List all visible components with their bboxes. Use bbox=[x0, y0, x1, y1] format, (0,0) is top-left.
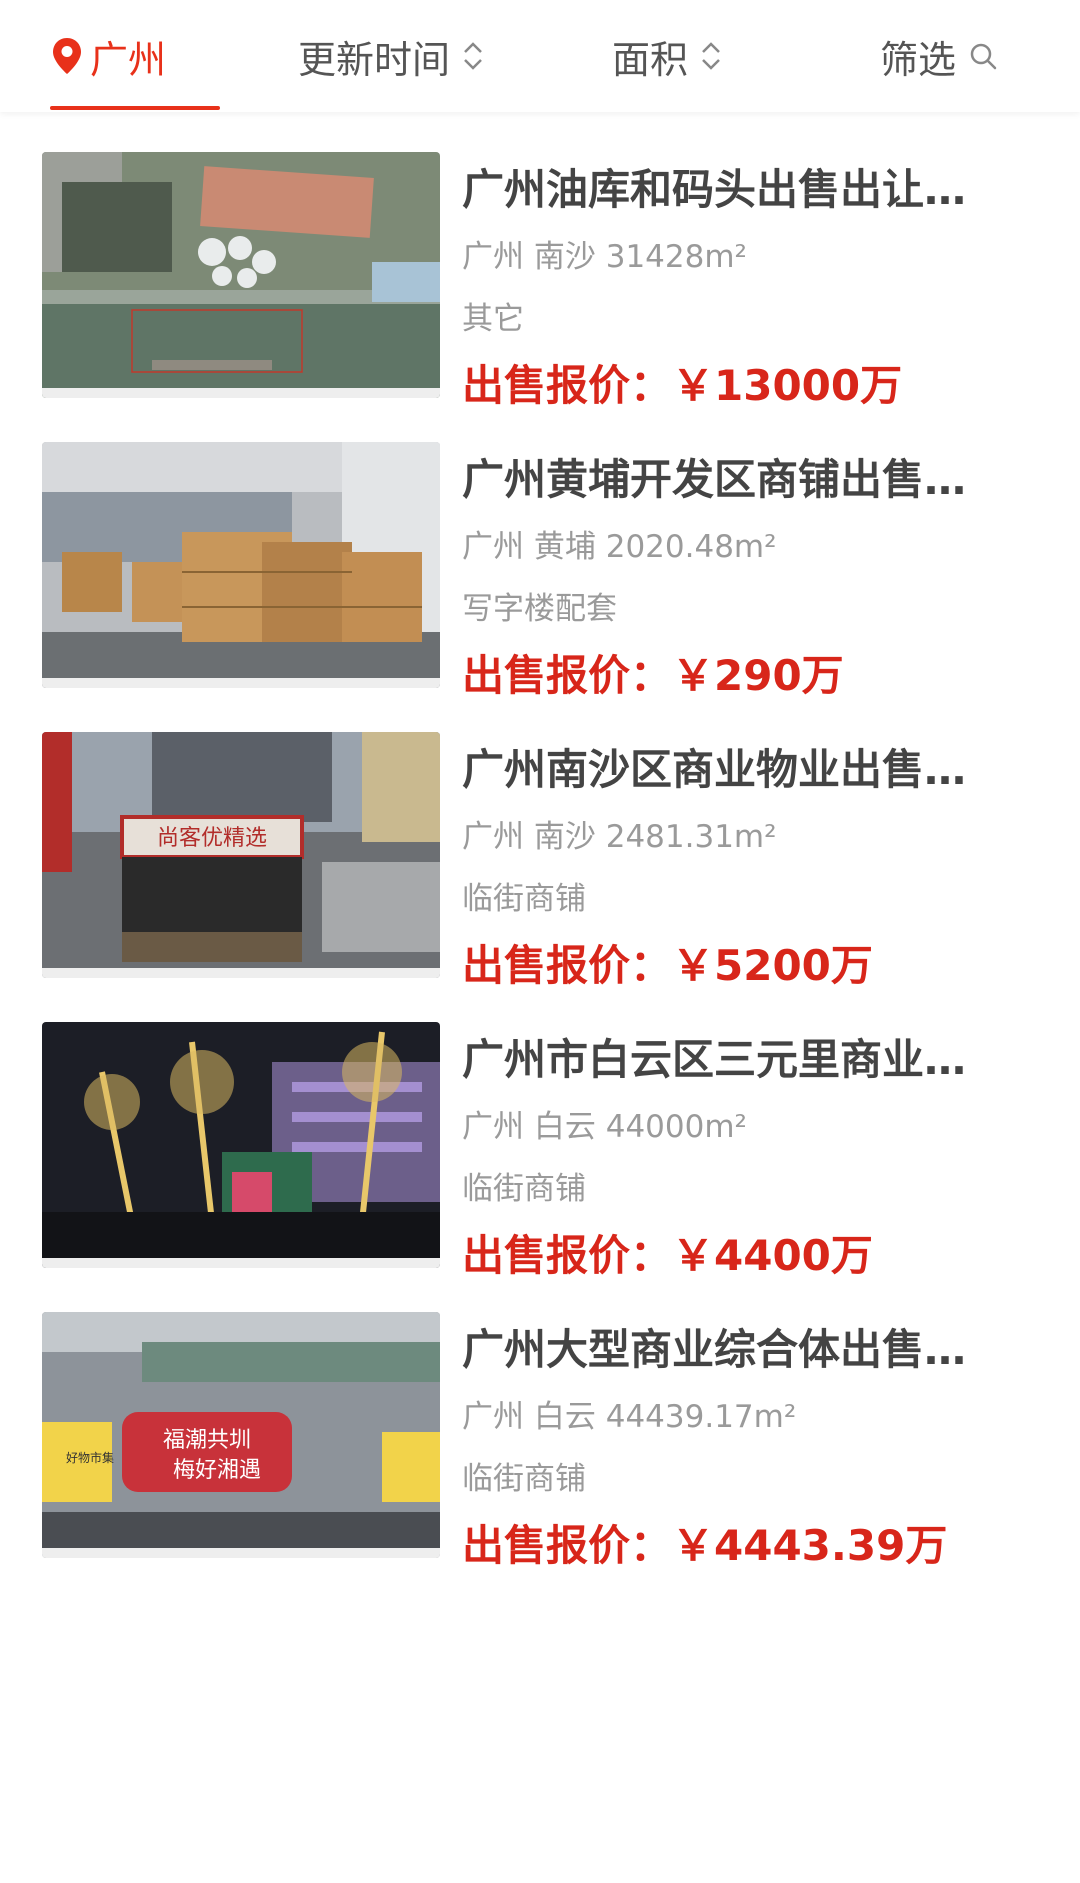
listing-price: 出售报价：￥5200万 bbox=[462, 936, 1022, 996]
active-tab-underline bbox=[50, 106, 220, 110]
sort-updown-icon bbox=[464, 42, 482, 70]
listing-district: 黄埔 bbox=[533, 529, 596, 565]
listing-location-area: 广州 白云 44000m² bbox=[462, 1104, 1022, 1150]
price-label: 出售报价： bbox=[462, 1231, 673, 1280]
price-value: ￥4400万 bbox=[672, 1231, 873, 1280]
listing-location-area: 广州 白云 44439.17m² bbox=[462, 1394, 1022, 1440]
listing-location-area: 广州 黄埔 2020.48m² bbox=[462, 524, 1022, 570]
area-label: 面积 bbox=[612, 37, 689, 82]
listing-photo bbox=[42, 442, 440, 688]
storefront-sign-text: 尚客优精选 bbox=[157, 826, 267, 851]
side-sign-text: 好物市集 bbox=[66, 1450, 114, 1465]
listing-info: 广州油库和码头出售出让… 广州 南沙 31428m² 其它 出售报价：￥1300… bbox=[462, 136, 1022, 416]
price-label: 出售报价： bbox=[462, 651, 673, 700]
update-time-label: 更新时间 bbox=[298, 37, 451, 82]
sort-updown-icon bbox=[702, 42, 720, 70]
price-value: ￥5200万 bbox=[672, 941, 873, 990]
listing-info: 广州南沙区商业物业出售… 广州 南沙 2481.31m² 临街商铺 出售报价：￥… bbox=[462, 716, 1022, 996]
listing-photo bbox=[42, 1022, 440, 1268]
listing-district: 南沙 bbox=[533, 819, 596, 855]
price-label: 出售报价： bbox=[462, 941, 673, 990]
listing-title: 广州市白云区三元里商业… bbox=[462, 1035, 967, 1084]
listing-city: 广州 bbox=[462, 819, 524, 855]
listing-city: 广州 bbox=[462, 239, 524, 275]
listing-title: 广州大型商业综合体出售… bbox=[462, 1325, 967, 1374]
listing-photo: 福潮共圳 梅好湘遇 好物市集 bbox=[42, 1312, 440, 1558]
listing-price: 出售报价：￥13000万 bbox=[462, 356, 1022, 416]
listing-area-unit: m² bbox=[704, 1109, 747, 1145]
commercial-complex-image: 福潮共圳 梅好湘遇 好物市集 bbox=[42, 1312, 440, 1558]
listing-city: 广州 bbox=[462, 529, 524, 565]
listing-location-area: 广州 南沙 2481.31m² bbox=[462, 814, 1022, 860]
listing-area: 44439.17 bbox=[605, 1399, 754, 1435]
listing-photo bbox=[42, 152, 440, 398]
listing-type: 临街商铺 bbox=[462, 881, 586, 917]
listing-area: 44000 bbox=[605, 1109, 705, 1145]
night-street-image bbox=[42, 1022, 440, 1268]
price-value: ￥13000万 bbox=[672, 361, 903, 410]
listing-photo: 尚客优精选 bbox=[42, 732, 440, 978]
listing-area-unit: m² bbox=[733, 819, 777, 855]
price-value: ￥4443.39万 bbox=[672, 1521, 948, 1570]
filter-button[interactable]: 筛选 bbox=[880, 0, 998, 112]
filter-bar: 广州 更新时间 面积 筛选 bbox=[0, 0, 1080, 112]
banner-text-line-2: 梅好湘遇 bbox=[173, 1458, 261, 1483]
warehouse-boxes-image bbox=[42, 442, 440, 688]
listing-card[interactable]: 广州市白云区三元里商业… 广州 白云 44000m² 临街商铺 出售报价：￥44… bbox=[0, 1006, 1080, 1306]
city-label: 广州 bbox=[90, 37, 167, 82]
sort-by-update-time[interactable]: 更新时间 bbox=[298, 0, 486, 112]
listing-area-unit: m² bbox=[753, 1399, 797, 1435]
listing-district: 白云 bbox=[533, 1399, 596, 1435]
location-pin-icon bbox=[53, 38, 81, 74]
listing-type: 临街商铺 bbox=[462, 1171, 586, 1207]
listing-area-unit: m² bbox=[704, 239, 747, 275]
filter-label: 筛选 bbox=[880, 37, 957, 82]
listing-type: 临街商铺 bbox=[462, 1461, 586, 1497]
listing-area: 2481.31 bbox=[605, 819, 734, 855]
city-selector[interactable]: 广州 bbox=[50, 0, 220, 112]
listing-area: 31428 bbox=[605, 239, 705, 275]
listing-city: 广州 bbox=[462, 1109, 524, 1145]
price-label: 出售报价： bbox=[462, 361, 673, 410]
listing-area: 2020.48 bbox=[605, 529, 734, 565]
listing-info: 广州市白云区三元里商业… 广州 白云 44000m² 临街商铺 出售报价：￥44… bbox=[462, 1006, 1022, 1286]
aerial-oil-depot-image bbox=[42, 152, 440, 398]
listing-price: 出售报价：￥4400万 bbox=[462, 1226, 1022, 1286]
banner-text-line-1: 福潮共圳 bbox=[163, 1428, 251, 1453]
listing-district: 白云 bbox=[533, 1109, 596, 1145]
listing-type: 其它 bbox=[462, 301, 524, 337]
listing-title: 广州油库和码头出售出让… bbox=[462, 165, 967, 214]
search-icon bbox=[970, 43, 997, 70]
listing-price: 出售报价：￥4443.39万 bbox=[462, 1516, 1022, 1576]
listing-info: 广州大型商业综合体出售… 广州 白云 44439.17m² 临街商铺 出售报价：… bbox=[462, 1296, 1022, 1576]
listing-district: 南沙 bbox=[533, 239, 596, 275]
listing-card[interactable]: 福潮共圳 梅好湘遇 好物市集 广州大型商业综合体出售… 广州 白云 44439.… bbox=[0, 1296, 1080, 1596]
listing-info: 广州黄埔开发区商铺出售… 广州 黄埔 2020.48m² 写字楼配套 出售报价：… bbox=[462, 426, 1022, 706]
listing-city: 广州 bbox=[462, 1399, 524, 1435]
listing-area-unit: m² bbox=[733, 529, 777, 565]
price-value: ￥290万 bbox=[672, 651, 844, 700]
listing-card[interactable]: 广州黄埔开发区商铺出售… 广州 黄埔 2020.48m² 写字楼配套 出售报价：… bbox=[0, 426, 1080, 726]
price-label: 出售报价： bbox=[462, 1521, 673, 1570]
listing-price: 出售报价：￥290万 bbox=[462, 646, 1022, 706]
listing-location-area: 广州 南沙 31428m² bbox=[462, 234, 1022, 280]
listing-title: 广州黄埔开发区商铺出售… bbox=[462, 455, 967, 504]
listing-card[interactable]: 广州油库和码头出售出让… 广州 南沙 31428m² 其它 出售报价：￥1300… bbox=[0, 136, 1080, 436]
storefront-image: 尚客优精选 bbox=[42, 732, 440, 978]
listing-type: 写字楼配套 bbox=[462, 591, 617, 627]
listing-title: 广州南沙区商业物业出售… bbox=[462, 745, 967, 794]
sort-by-area[interactable]: 面积 bbox=[612, 0, 724, 112]
listing-card[interactable]: 尚客优精选 广州南沙区商业物业出售… 广州 南沙 2481.31m² 临街商铺 … bbox=[0, 716, 1080, 1016]
